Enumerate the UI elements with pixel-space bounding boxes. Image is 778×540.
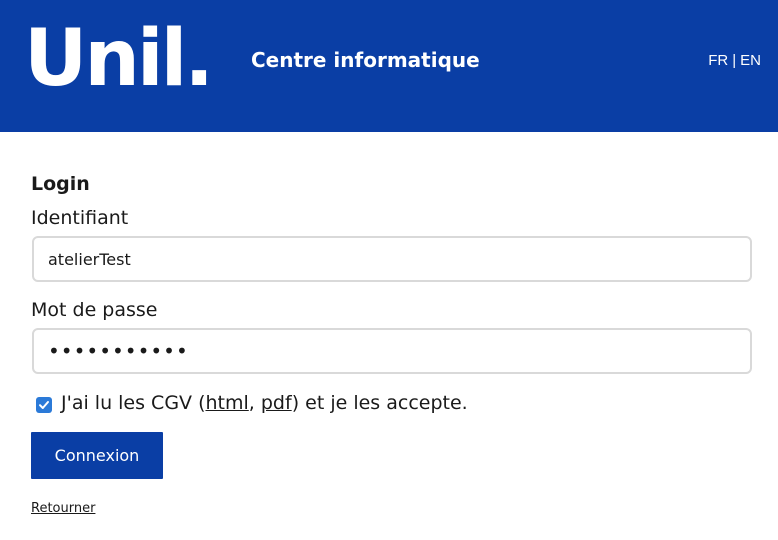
lang-fr-link[interactable]: FR [708, 51, 728, 71]
cgv-comma: , [248, 392, 255, 414]
check-icon [39, 401, 49, 409]
unil-logo[interactable]: Unil. [24, 14, 214, 104]
username-input[interactable]: atelierTest [32, 236, 752, 282]
page-header-title: Centre informatique [251, 48, 480, 72]
language-switcher: FR | EN [708, 51, 761, 71]
username-label: Identifiant [31, 207, 129, 229]
cgv-prefix: J'ai lu les CGV ( [61, 392, 206, 414]
password-input[interactable]: ••••••••••• [32, 328, 752, 374]
cgv-pdf-link[interactable]: pdf [261, 392, 292, 414]
cgv-suffix: ) et je les accepte. [291, 392, 468, 414]
login-heading: Login [31, 173, 90, 195]
header-bar: Unil. Centre informatique FR | EN [0, 0, 778, 132]
cgv-html-link[interactable]: html [206, 392, 249, 414]
password-label: Mot de passe [31, 299, 158, 321]
back-link[interactable]: Retourner [31, 501, 95, 516]
cgv-acceptance-row: J'ai lu les CGV (html, pdf) et je les ac… [36, 390, 468, 416]
lang-en-link[interactable]: EN [740, 51, 761, 71]
lang-separator: | [732, 52, 737, 69]
cgv-text: J'ai lu les CGV (html, pdf) et je les ac… [61, 390, 468, 416]
connexion-button[interactable]: Connexion [31, 432, 163, 479]
cgv-checkbox[interactable] [36, 397, 52, 413]
